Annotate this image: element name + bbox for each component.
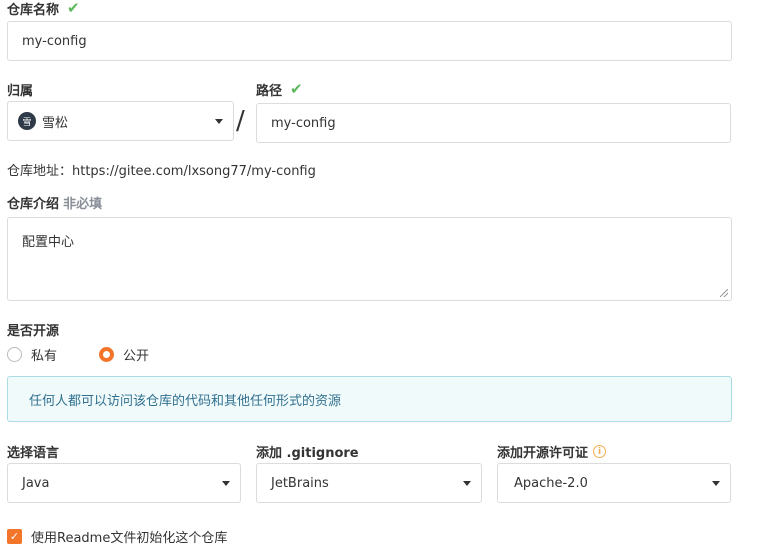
language-value: Java — [22, 475, 50, 491]
intro-optional-label: 非必填 — [63, 197, 103, 212]
readme-checkbox[interactable]: ✓ — [7, 529, 22, 544]
owner-avatar: 雪 — [18, 112, 36, 130]
radio-private-circle[interactable] — [7, 347, 22, 362]
gitignore-select[interactable]: JetBrains — [256, 463, 482, 503]
gitignore-value: JetBrains — [271, 475, 329, 491]
radio-public[interactable]: 公开 — [99, 345, 149, 364]
visibility-notice: 任何人都可以访问该仓库的代码和其他任何形式的资源 — [7, 376, 732, 422]
path-label: 路径 — [256, 83, 283, 99]
intro-label: 仓库介绍 — [7, 197, 60, 212]
owner-label: 归属 — [7, 84, 34, 99]
chevron-down-icon — [463, 481, 471, 486]
path-input[interactable]: my-config — [256, 103, 731, 143]
resize-handle-icon[interactable] — [720, 289, 728, 297]
radio-public-circle[interactable] — [99, 347, 114, 362]
intro-textarea[interactable]: 配置中心 — [7, 217, 732, 301]
info-icon[interactable]: i — [593, 445, 607, 458]
visibility-label: 是否开源 — [7, 324, 60, 339]
repo-name-label-row: 仓库名称 ✔ — [7, 0, 80, 18]
repo-name-value: my-config — [22, 33, 87, 49]
repo-address: 仓库地址：https://gitee.com/lxsong77/my-confi… — [7, 164, 316, 179]
repo-name-input[interactable]: my-config — [7, 21, 732, 61]
path-separator: / — [236, 106, 245, 136]
radio-private-label: 私有 — [31, 349, 58, 364]
license-label-row: 添加开源许可证 i — [497, 442, 607, 461]
gitignore-label: 添加 .gitignore — [256, 446, 359, 461]
chevron-down-icon — [712, 481, 720, 486]
language-label: 选择语言 — [7, 446, 60, 461]
license-label: 添加开源许可证 — [497, 446, 589, 461]
path-value: my-config — [271, 115, 336, 131]
owner-value: 雪松 — [42, 115, 69, 131]
intro-label-row: 仓库介绍 非必填 — [7, 193, 102, 212]
path-valid-icon: ✔ — [290, 80, 303, 98]
chevron-down-icon — [215, 119, 223, 124]
radio-public-label: 公开 — [123, 349, 150, 364]
license-value: Apache-2.0 — [514, 475, 588, 491]
language-select[interactable]: Java — [7, 463, 241, 503]
readme-label: 使用Readme文件初始化这个仓库 — [31, 531, 228, 546]
radio-private[interactable]: 私有 — [7, 345, 57, 364]
chevron-down-icon — [222, 481, 230, 486]
repo-name-label: 仓库名称 — [7, 2, 60, 18]
owner-select[interactable]: 雪 雪松 — [7, 101, 234, 141]
path-label-row: 路径 ✔ — [256, 80, 303, 99]
repo-name-valid-icon: ✔ — [67, 0, 80, 17]
intro-value: 配置中心 — [22, 235, 75, 250]
readme-option[interactable]: ✓ 使用Readme文件初始化这个仓库 — [7, 527, 227, 546]
license-select[interactable]: Apache-2.0 — [497, 463, 731, 503]
visibility-notice-text: 任何人都可以访问该仓库的代码和其他任何形式的资源 — [29, 393, 342, 409]
